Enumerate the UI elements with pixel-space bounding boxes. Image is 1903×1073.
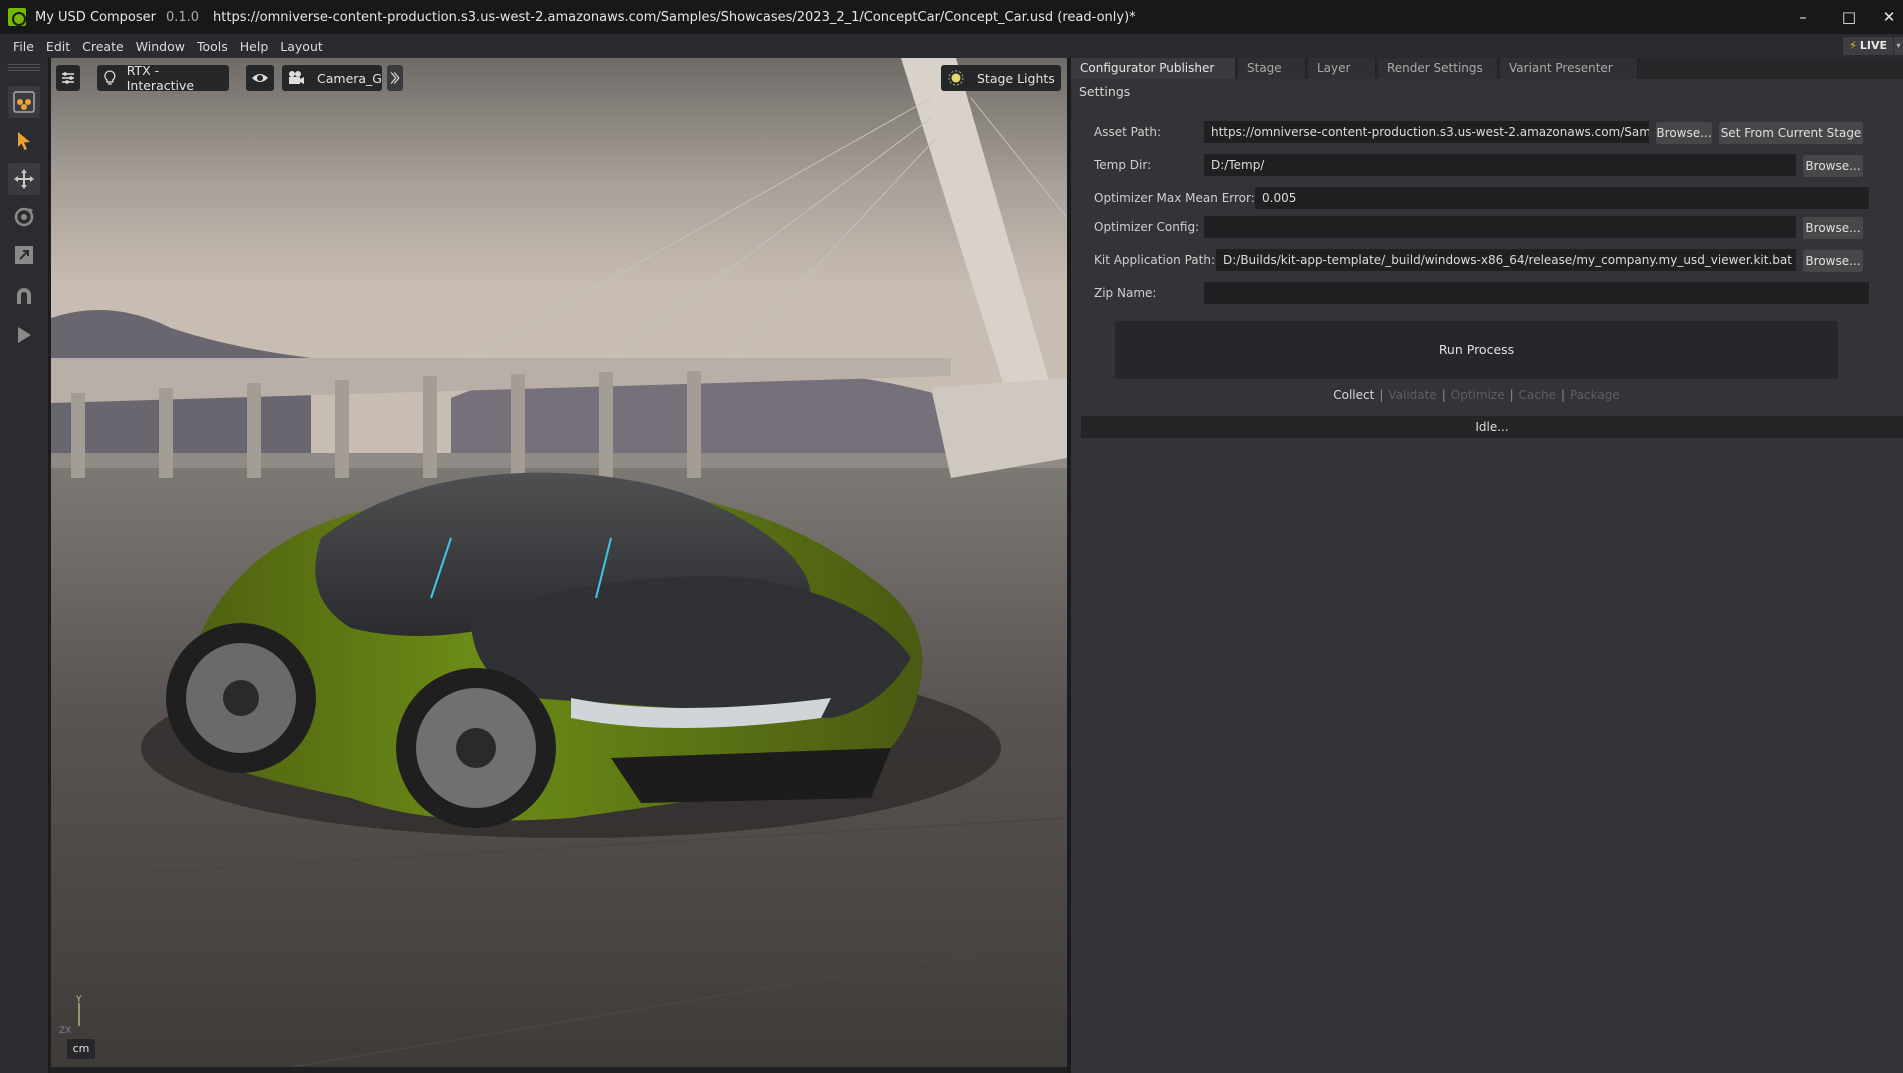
menu-window[interactable]: Window (130, 39, 191, 54)
lightning-icon: ⚡ (1849, 39, 1857, 52)
run-process-button[interactable]: Run Process (1115, 321, 1838, 379)
sun-icon (948, 70, 964, 86)
axis-zx-label: ZX (59, 1026, 71, 1033)
lightbulb-icon (104, 70, 116, 85)
step-cache: Cache (1518, 388, 1556, 402)
menu-tools[interactable]: Tools (191, 39, 234, 54)
status-bar: Idle... (1081, 416, 1903, 438)
viewport-settings-button[interactable] (56, 65, 80, 91)
menu-help[interactable]: Help (234, 39, 275, 54)
live-dropdown-chevron-icon[interactable]: ▾ (1894, 37, 1903, 55)
app-version: 0.1.0 (165, 9, 200, 25)
lighting-button[interactable]: Stage Lights (941, 65, 1061, 91)
sliders-icon (62, 72, 74, 84)
move-icon[interactable] (8, 163, 40, 195)
tab-stage[interactable]: Stage (1238, 58, 1306, 79)
step-validate: Validate (1388, 388, 1437, 402)
kit-application-path-label: Kit Application Path: (1094, 253, 1215, 267)
temp-dir-browse-button[interactable]: Browse... (1803, 155, 1863, 177)
select-arrow-icon[interactable] (8, 125, 40, 157)
axis-gizmo: Y ZX (59, 995, 82, 1033)
scale-icon[interactable] (8, 239, 40, 271)
title-bar: My USD Composer 0.1.0 https://omniverse-… (0, 0, 1903, 34)
menu-create[interactable]: Create (76, 39, 130, 54)
eye-icon (252, 74, 268, 82)
left-toolbar (0, 58, 49, 1073)
asset-path-input[interactable]: https://omniverse-content-production.s3.… (1204, 121, 1649, 143)
optimizer-max-mean-error-label: Optimizer Max Mean Error: (1094, 191, 1255, 205)
step-separator: | (1509, 388, 1514, 402)
asset-path-browse-button[interactable]: Browse... (1656, 122, 1712, 144)
optimizer-config-label: Optimizer Config: (1094, 220, 1200, 234)
live-label: LIVE (1859, 39, 1887, 52)
render-mode-label: RTX - Interactive (126, 63, 195, 93)
axis-y-label: Y (75, 995, 82, 1005)
kit-application-path-browse-button[interactable]: Browse... (1803, 250, 1863, 272)
menu-file[interactable]: File (7, 39, 40, 54)
expand-toolbar-chevron-icon[interactable] (387, 65, 403, 91)
optimizer-max-mean-error-input[interactable]: 0.005 (1255, 187, 1869, 209)
menu-layout[interactable]: Layout (274, 39, 329, 54)
set-from-current-stage-button[interactable]: Set From Current Stage (1719, 122, 1863, 144)
toolbar-grip (8, 64, 40, 65)
minimize-button[interactable]: – (1791, 6, 1815, 28)
toolbar-grip (8, 67, 40, 68)
camera-icon (289, 71, 304, 84)
scene-render (51, 58, 1067, 1067)
camera-button[interactable]: Camera_G (282, 65, 382, 91)
step-optimize: Optimize (1450, 388, 1505, 402)
tab-configurator-publisher[interactable]: Configurator Publisher (1071, 58, 1236, 79)
step-separator: | (1379, 388, 1384, 402)
step-separator: | (1441, 388, 1446, 402)
play-icon[interactable] (8, 319, 40, 351)
maximize-button[interactable]: □ (1837, 6, 1861, 28)
camera-label: Camera_G (317, 70, 382, 86)
window-title: https://omniverse-content-production.s3.… (213, 9, 1136, 25)
rotate-icon[interactable] (8, 201, 40, 233)
visibility-button[interactable] (246, 65, 274, 91)
close-button[interactable]: ✕ (1877, 6, 1901, 28)
optimizer-config-browse-button[interactable]: Browse... (1803, 217, 1863, 239)
live-button[interactable]: ⚡ LIVE (1843, 37, 1893, 55)
step-collect: Collect (1333, 388, 1375, 402)
menu-bar: File Edit Create Window Tools Help Layou… (0, 34, 1903, 58)
layers-icon[interactable] (8, 86, 40, 118)
optimizer-config-input[interactable] (1204, 216, 1796, 238)
unit-badge[interactable]: cm (67, 1039, 95, 1059)
asset-path-label: Asset Path: (1094, 125, 1162, 139)
snap-magnet-icon[interactable] (8, 280, 40, 312)
temp-dir-label: Temp Dir: (1094, 158, 1152, 172)
tab-render-settings[interactable]: Render Settings (1378, 58, 1498, 79)
settings-section-title[interactable]: Settings (1079, 84, 1130, 99)
tab-variant-presenter[interactable]: Variant Presenter (1500, 58, 1638, 79)
step-package: Package (1570, 388, 1620, 402)
zip-name-input[interactable] (1204, 282, 1869, 304)
viewport[interactable]: RTX - Interactive Camera_G Stage Lights … (51, 58, 1067, 1067)
step-separator: | (1560, 388, 1565, 402)
zip-name-label: Zip Name: (1094, 286, 1157, 300)
kit-application-path-input[interactable]: D:/Builds/kit-app-template/_build/window… (1216, 249, 1796, 271)
menu-edit[interactable]: Edit (40, 39, 76, 54)
configurator-publisher-panel: Configurator Publisher Stage Layer Rende… (1071, 58, 1903, 1073)
app-logo-icon (8, 8, 26, 26)
process-steps: Collect | Validate | Optimize | Cache | Package (1071, 388, 1882, 402)
lighting-label: Stage Lights (977, 70, 1055, 86)
tab-bar: Configurator Publisher Stage Layer Rende… (1071, 58, 1903, 79)
toolbar-grip (8, 70, 40, 71)
temp-dir-input[interactable]: D:/Temp/ (1204, 154, 1796, 176)
tab-layer[interactable]: Layer (1308, 58, 1376, 79)
render-mode-button[interactable]: RTX - Interactive (97, 63, 229, 93)
app-name: My USD Composer (35, 9, 156, 25)
